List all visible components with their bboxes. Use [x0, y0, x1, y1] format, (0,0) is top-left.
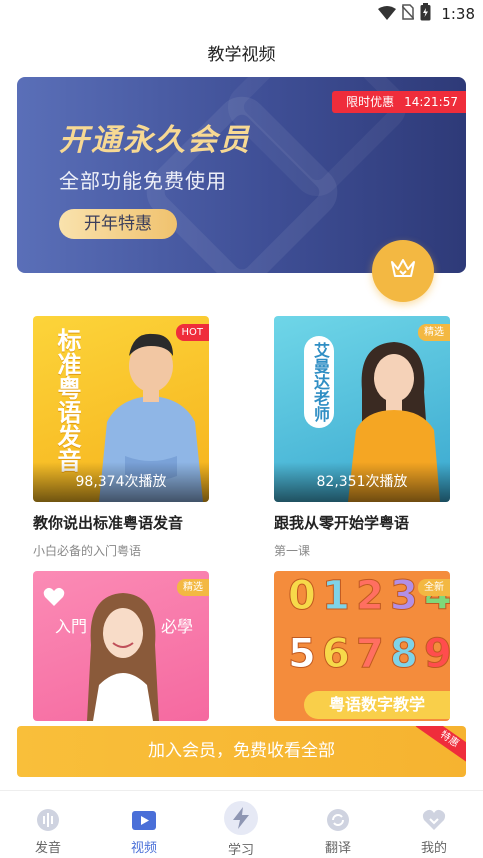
tab-profile[interactable]: 我的 — [404, 801, 464, 856]
play-count: 98,374次播放 — [33, 462, 209, 502]
digit-glyph: 7 — [356, 631, 384, 677]
video-thumbnail[interactable]: 入門 必學 精选 — [33, 571, 209, 721]
tab-label: 我的 — [420, 841, 447, 856]
digit-glyph: 1 — [322, 573, 350, 619]
digit-glyph: 2 — [356, 573, 384, 619]
tab-study[interactable]: 学习 — [211, 801, 271, 858]
status-icons: 1:38 — [378, 3, 475, 25]
heart-icon — [43, 587, 65, 611]
app-screen: 1:38 教学视频 限时优惠 14:21:57 开通永久会员 全部功能免费使用 开… — [0, 0, 483, 858]
thumbnail-text: 艾曼达老师 — [304, 336, 334, 428]
digit-glyph: 9 — [424, 631, 450, 677]
status-bar: 1:38 — [0, 0, 483, 28]
banner-title: 开通永久会员 — [59, 123, 251, 158]
tab-label: 视频 — [130, 841, 157, 856]
lightning-icon — [224, 801, 258, 835]
digit-glyph: 6 — [322, 631, 350, 677]
video-thumbnail[interactable]: 0123456789 粤语数字教学 全新 — [274, 571, 450, 721]
featured-badge: 精选 — [177, 579, 209, 596]
bottom-tab-bar: 发音 视频 学习 翻译 我的 — [0, 790, 483, 858]
new-badge: 全新 — [418, 579, 450, 596]
banner-offer-button[interactable]: 开年特惠 — [59, 209, 177, 239]
no-sim-icon — [401, 4, 415, 24]
tab-translate[interactable]: 翻译 — [308, 801, 368, 856]
tab-label: 发音 — [34, 841, 61, 856]
countdown-timer: 14:21:57 — [404, 95, 458, 109]
promo-label: 限时优惠 — [346, 95, 395, 109]
tab-video[interactable]: 视频 — [114, 801, 174, 856]
battery-icon — [420, 3, 431, 25]
sound-wave-icon — [35, 807, 61, 833]
thumbnail-text: 标准粤语发音 — [53, 328, 81, 472]
video-subtitle: 第一课 — [274, 544, 311, 558]
digit-glyph: 5 — [288, 631, 316, 677]
video-title[interactable]: 跟我从零开始学粤语 — [274, 512, 409, 533]
hot-badge: HOT — [175, 324, 209, 341]
video-card[interactable]: 入門 必學 精选 — [33, 571, 209, 721]
digit-glyph: 0 — [288, 573, 316, 619]
video-card[interactable]: 标准粤语发音 HOT 98,374次播放 教你说出标准粤语发音 小白必备的入门粤… — [33, 316, 209, 558]
video-card[interactable]: 0123456789 粤语数字教学 全新 — [274, 571, 450, 721]
video-thumbnail[interactable]: 标准粤语发音 HOT 98,374次播放 — [33, 316, 209, 502]
wifi-icon — [378, 5, 397, 24]
special-offer-ribbon: 特惠 — [415, 726, 466, 767]
tab-pronunciation[interactable]: 发音 — [18, 801, 78, 856]
status-time: 1:38 — [441, 5, 475, 23]
vip-crown-button[interactable] — [372, 240, 434, 302]
crown-icon — [390, 258, 416, 284]
promo-countdown-tag: 限时优惠 14:21:57 — [332, 91, 466, 113]
tab-label: 学习 — [227, 843, 254, 858]
featured-badge: 精选 — [418, 324, 450, 341]
tab-label: 翻译 — [324, 841, 351, 856]
page-title: 教学视频 — [207, 45, 276, 65]
video-card[interactable]: 艾曼达老师 精选 82,351次播放 跟我从零开始学粤语 第一课 — [274, 316, 450, 558]
teacher-illustration — [87, 593, 159, 721]
cta-label: 加入会员，免费收看全部 — [148, 741, 335, 761]
heart-icon — [421, 807, 447, 833]
digit-glyph: 8 — [390, 631, 418, 677]
banner-subtitle: 全部功能免费使用 — [59, 169, 227, 193]
refresh-icon — [325, 807, 351, 833]
join-membership-button[interactable]: 加入会员，免费收看全部 特惠 — [17, 726, 466, 777]
play-count: 82,351次播放 — [274, 462, 450, 502]
video-play-icon — [131, 807, 157, 833]
digit-glyph: 3 — [390, 573, 418, 619]
video-thumbnail[interactable]: 艾曼达老师 精选 82,351次播放 — [274, 316, 450, 502]
thumbnail-caption: 粤语数字教学 — [304, 691, 450, 719]
video-title[interactable]: 教你说出标准粤语发音 — [33, 512, 183, 533]
video-subtitle: 小白必备的入门粤语 — [33, 544, 142, 558]
